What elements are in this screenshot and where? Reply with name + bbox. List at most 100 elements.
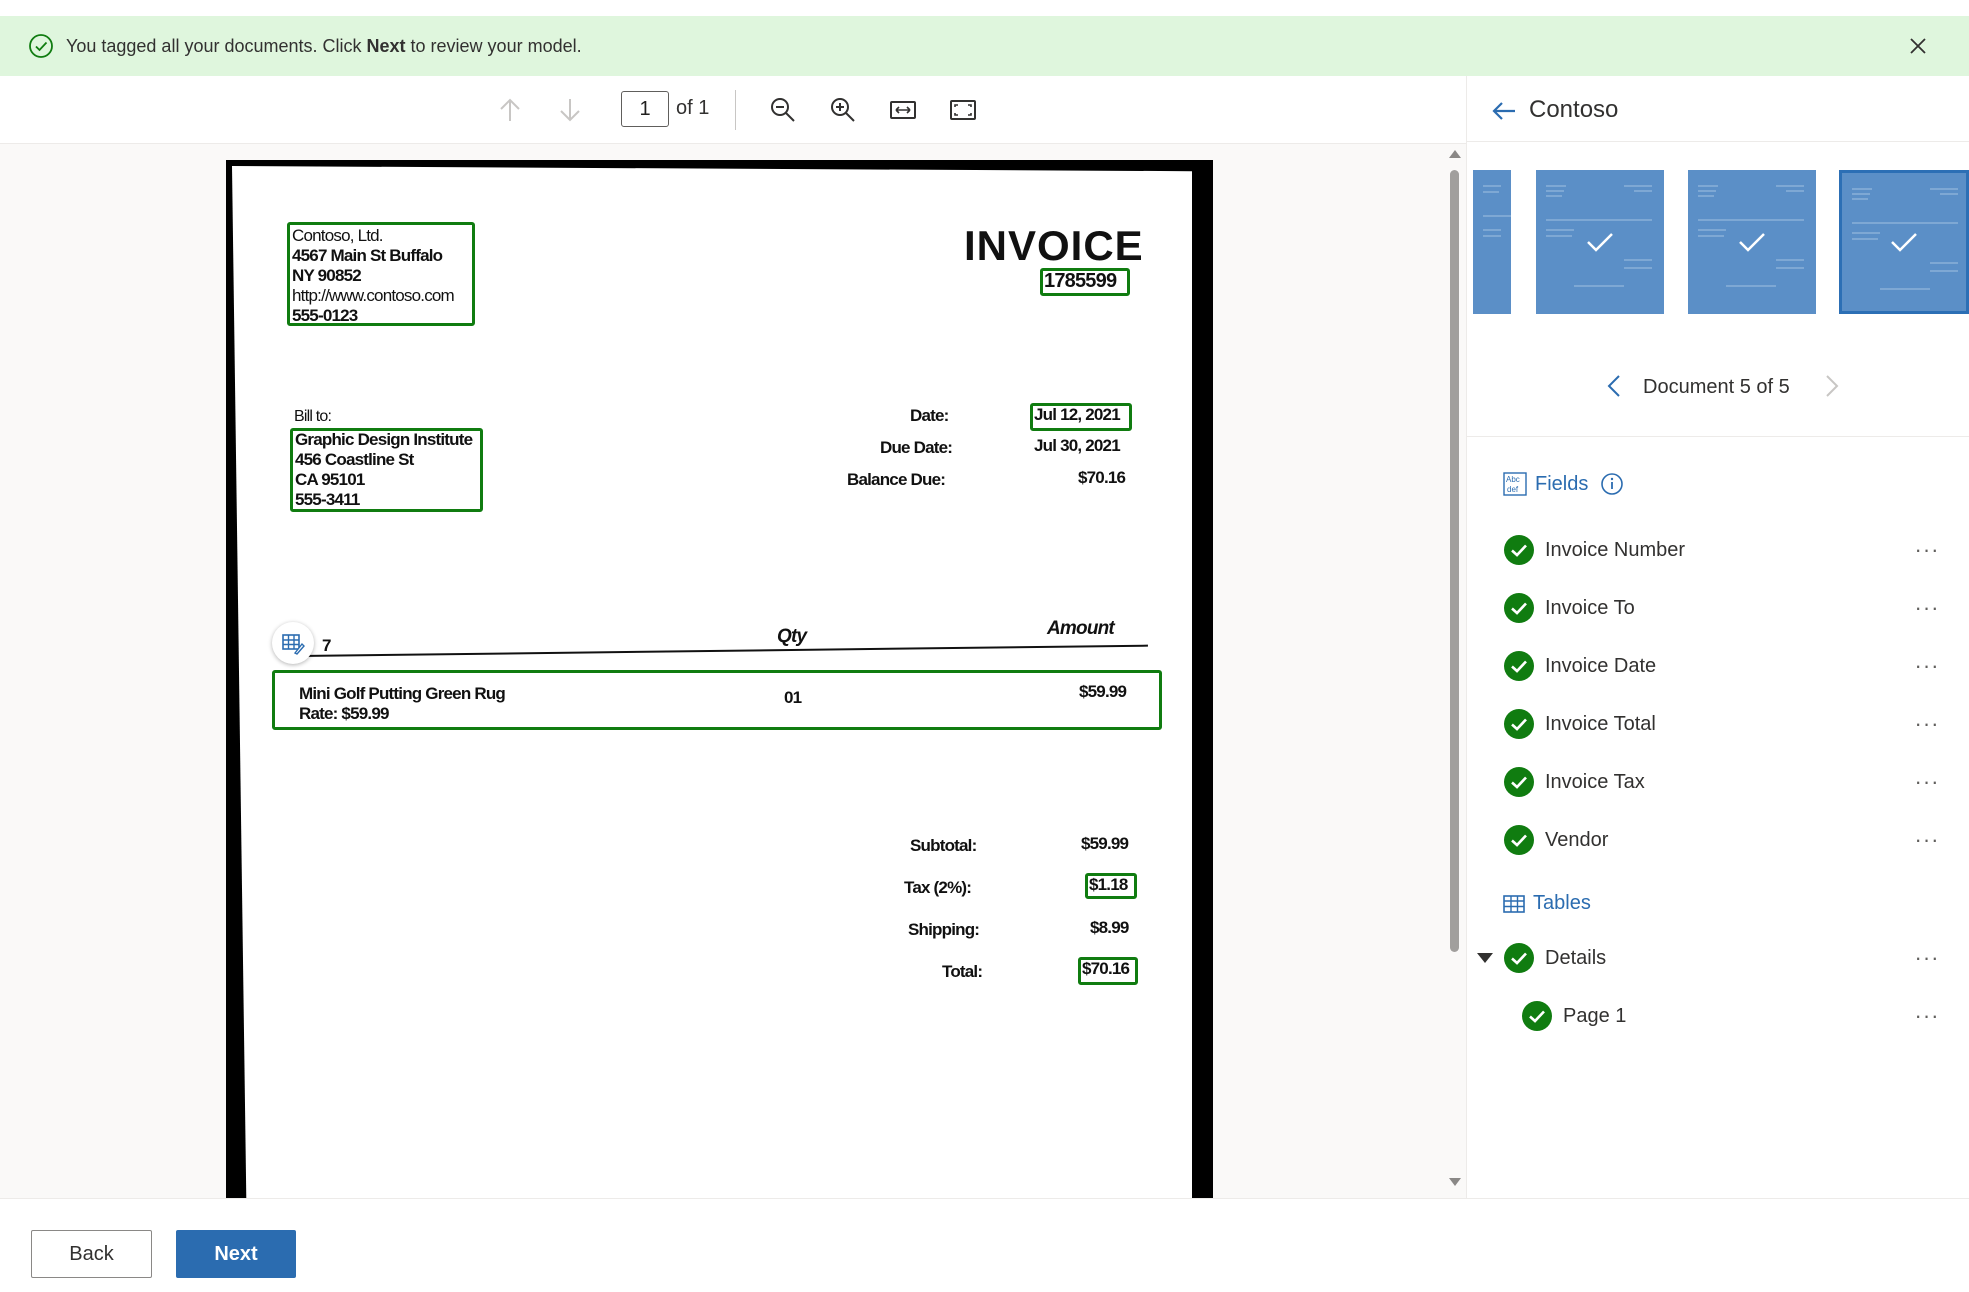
field-invoice-tax[interactable]: Invoice Tax ··· — [1503, 762, 1943, 802]
scroll-up-arrow[interactable] — [1449, 150, 1461, 158]
banner-message-bold: Next — [366, 35, 406, 56]
check-circle-icon — [1504, 593, 1534, 623]
check-circle-icon — [1504, 709, 1534, 739]
field-invoice-date[interactable]: Invoice Date ··· — [1503, 646, 1943, 686]
field-name: Invoice Total — [1545, 712, 1656, 735]
more-options-icon[interactable]: ··· — [1911, 708, 1943, 740]
banner-message-post: to review your model. — [405, 35, 582, 56]
next-page-button[interactable] — [552, 92, 588, 128]
total-value: $70.16 — [1082, 959, 1130, 978]
close-icon[interactable] — [1905, 33, 1931, 59]
field-invoice-to[interactable]: Invoice To ··· — [1503, 588, 1943, 628]
fields-heading: Fields — [1535, 472, 1589, 495]
more-options-icon[interactable]: ··· — [1911, 534, 1943, 566]
document-thumbnail[interactable] — [1473, 170, 1511, 314]
tagged-check-icon — [1739, 233, 1765, 252]
check-circle-icon — [1504, 651, 1534, 681]
bill-to-line: Graphic Design Institute — [295, 430, 473, 449]
fit-page-button[interactable] — [945, 92, 981, 128]
date-value: Jul 12, 2021 — [1034, 405, 1121, 424]
item-amount: $59.99 — [1079, 682, 1127, 701]
svg-text:def: def — [1507, 485, 1519, 494]
field-vendor[interactable]: Vendor ··· — [1503, 820, 1943, 860]
document-thumbnail-selected[interactable] — [1839, 170, 1969, 314]
wizard-footer: Back Next — [0, 1198, 1969, 1292]
shipping-value: $8.99 — [1090, 918, 1129, 937]
caret-down-icon[interactable] — [1477, 953, 1493, 963]
document-navigator: Document 5 of 5 — [1467, 366, 1969, 406]
tagged-check-icon — [1587, 233, 1613, 252]
field-name: Invoice Tax — [1545, 770, 1645, 793]
back-arrow-icon[interactable] — [1489, 96, 1519, 126]
invoice-image: Contoso, Ltd. 4567 Main St Buffalo NY 90… — [226, 160, 1213, 1198]
chevron-left-icon[interactable] — [1601, 372, 1629, 400]
more-options-icon[interactable]: ··· — [1911, 1000, 1943, 1032]
text-field-icon: Abc def — [1503, 472, 1527, 496]
scroll-down-arrow[interactable] — [1449, 1178, 1461, 1186]
balance-due-value: $70.16 — [1078, 468, 1126, 487]
project-title: Contoso — [1529, 96, 1619, 123]
table-page-name: Page 1 — [1563, 1004, 1627, 1027]
panel-header: Contoso — [1467, 76, 1969, 142]
table-page-1[interactable]: Page 1 ··· — [1521, 996, 1943, 1036]
thumbnail-page-icon — [1483, 185, 1511, 237]
back-button[interactable]: Back — [31, 1230, 152, 1278]
invoice-number-text: 1785599 — [1044, 270, 1117, 292]
more-options-icon[interactable]: ··· — [1911, 592, 1943, 624]
panel-divider — [1467, 436, 1969, 437]
item-column-header: 7 — [322, 636, 331, 655]
check-circle-icon — [1504, 825, 1534, 855]
shipping-label: Shipping: — [908, 920, 980, 939]
field-name: Invoice Date — [1545, 654, 1657, 677]
zoom-out-button[interactable] — [765, 92, 801, 128]
table-tag-button[interactable] — [272, 622, 314, 664]
table-details[interactable]: Details ··· — [1467, 938, 1943, 978]
model-panel: Contoso Document 5 of 5 Abc def Fields I… — [1466, 76, 1969, 1198]
previous-page-button[interactable] — [492, 92, 528, 128]
field-name: Vendor — [1545, 828, 1609, 851]
bill-to-line: 456 Coastline St — [295, 450, 414, 469]
chevron-right-icon[interactable] — [1817, 372, 1845, 400]
balance-due-label: Balance Due: — [847, 470, 946, 489]
vendor-line: Contoso, Ltd. — [292, 226, 384, 245]
scroll-thumb[interactable] — [1450, 170, 1459, 952]
fit-page-icon — [950, 100, 976, 120]
banner-message-pre: You tagged all your documents. Click — [66, 35, 367, 56]
bill-to-label: Bill to: — [294, 408, 332, 425]
info-icon[interactable] — [1600, 472, 1624, 496]
zoom-in-button[interactable] — [825, 92, 861, 128]
more-options-icon[interactable]: ··· — [1911, 650, 1943, 682]
due-date-label: Due Date: — [880, 438, 953, 457]
document-counter: Document 5 of 5 — [1643, 376, 1790, 398]
invoice-title: INVOICE — [964, 222, 1144, 269]
more-options-icon[interactable]: ··· — [1911, 766, 1943, 798]
amount-column-header: Amount — [1047, 618, 1115, 639]
field-name: Invoice To — [1545, 596, 1635, 619]
success-check-icon — [29, 34, 53, 58]
document-viewer[interactable]: Contoso, Ltd. 4567 Main St Buffalo NY 90… — [0, 144, 1466, 1198]
page-count-label: of 1 — [676, 97, 710, 119]
check-circle-icon — [1504, 535, 1534, 565]
tax-label: Tax (2%): — [904, 878, 972, 897]
arrow-down-icon — [560, 99, 580, 122]
document-thumbnail[interactable] — [1536, 170, 1664, 314]
zoom-out-icon — [771, 98, 795, 122]
more-options-icon[interactable]: ··· — [1911, 942, 1943, 974]
date-label: Date: — [910, 406, 949, 425]
more-options-icon[interactable]: ··· — [1911, 824, 1943, 856]
next-button[interactable]: Next — [176, 1230, 296, 1278]
tables-section-header: Tables — [1503, 892, 1591, 915]
document-thumbnail[interactable] — [1688, 170, 1816, 314]
viewer-scrollbar[interactable] — [1445, 144, 1465, 1198]
fit-width-icon — [890, 101, 916, 119]
vendor-line: 4567 Main St Buffalo — [292, 246, 443, 265]
success-banner: You tagged all your documents. Click Nex… — [0, 16, 1969, 76]
fit-width-button[interactable] — [885, 92, 921, 128]
fields-section-header: Abc def Fields — [1503, 472, 1632, 496]
document-thumbnails — [1473, 170, 1969, 320]
field-invoice-total[interactable]: Invoice Total ··· — [1503, 704, 1943, 744]
field-name: Invoice Number — [1545, 538, 1686, 561]
page-number-input[interactable]: 1 — [621, 91, 669, 127]
field-invoice-number[interactable]: Invoice Number ··· — [1503, 530, 1943, 570]
vendor-line: NY 90852 — [292, 266, 362, 285]
